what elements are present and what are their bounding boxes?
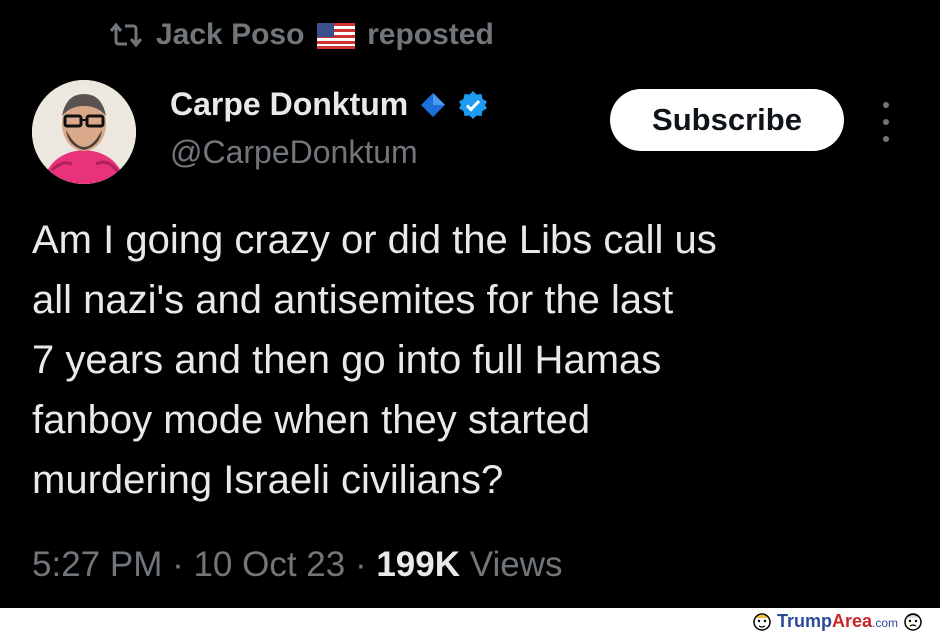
views-label: Views	[460, 545, 563, 584]
diamond-icon	[421, 92, 446, 117]
more-options-icon[interactable]	[876, 102, 896, 142]
tweet-line: all nazi's and antisemites for the last	[32, 278, 674, 322]
more-dot	[883, 136, 889, 142]
tweet-meta: 5:27 PM · 10 Oct 23 · 199K Views	[32, 545, 562, 585]
repost-user-link[interactable]: Jack Poso reposted	[156, 18, 494, 52]
watermark-area: Area	[831, 610, 872, 631]
repost-label: reposted	[367, 18, 494, 51]
author-name: Carpe Donktum	[170, 86, 409, 122]
repost-user-name: Jack Poso	[156, 18, 305, 51]
tweet-time[interactable]: 5:27 PM	[32, 545, 162, 584]
watermark-trump: Trump	[776, 610, 832, 631]
meta-separator: ·	[345, 545, 377, 584]
author-handle[interactable]: @CarpeDonktum	[170, 134, 418, 171]
more-dot	[883, 119, 889, 125]
author-name-row[interactable]: Carpe Donktum	[170, 86, 488, 123]
cartoon-face-icon	[753, 613, 771, 631]
subscribe-button[interactable]: Subscribe	[610, 89, 844, 151]
watermark: TrumpArea.com	[751, 609, 924, 633]
tweet-line: 7 years and then go into full Hamas	[32, 338, 662, 382]
tweet-line: Am I going crazy or did the Libs call us	[32, 218, 717, 262]
avatar[interactable]	[32, 80, 136, 184]
us-flag-icon	[316, 23, 355, 50]
more-dot	[883, 102, 889, 108]
cartoon-face-icon	[904, 613, 922, 631]
tweet-line: fanboy mode when they started	[32, 398, 591, 442]
views-count[interactable]: 199K	[376, 545, 460, 584]
tweet-line: murdering Israeli civilians?	[32, 458, 504, 502]
repost-icon	[110, 22, 142, 48]
avatar-image	[32, 80, 136, 184]
watermark-com: .com	[871, 615, 898, 630]
tweet-date[interactable]: 10 Oct 23	[193, 545, 345, 584]
meta-separator: ·	[162, 545, 194, 584]
verified-icon	[459, 90, 488, 119]
repost-header: Jack Poso reposted	[110, 18, 494, 52]
tweet-text: Am I going crazy or did the Libs call us…	[32, 210, 912, 510]
